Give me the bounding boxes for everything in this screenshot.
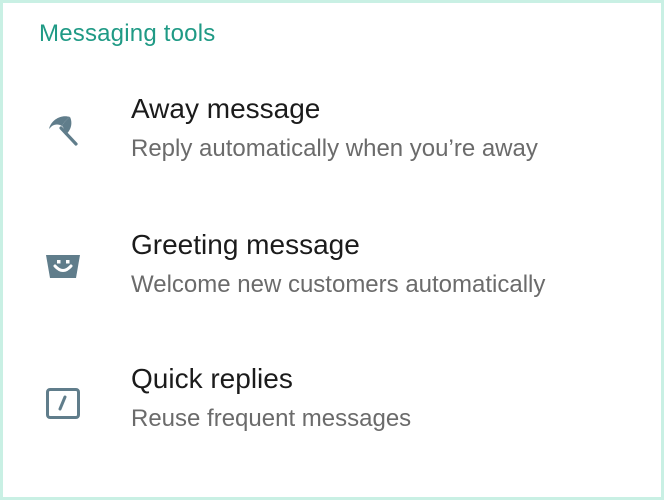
- away-message-subtitle: Reply automatically when you’re away: [131, 135, 538, 162]
- quick-replies-subtitle: Reuse frequent messages: [131, 405, 412, 432]
- greeting-message-title: Greeting message: [131, 229, 360, 260]
- quick-replies-title: Quick replies: [131, 363, 293, 394]
- umbrella-icon: [41, 109, 85, 153]
- greeting-message-item[interactable]: Greeting message Welcome new customers a…: [3, 221, 661, 341]
- greeting-message-subtitle: Welcome new customers automatically: [131, 271, 546, 298]
- greeting-icon: [41, 245, 85, 289]
- quick-replies-item[interactable]: Quick replies Reuse frequent messages: [3, 355, 661, 475]
- away-message-item[interactable]: Away message Reply automatically when yo…: [3, 85, 661, 205]
- messaging-tools-panel: Messaging tools Away message Reply autom…: [0, 0, 664, 500]
- away-message-title: Away message: [131, 93, 321, 124]
- quick-reply-icon: [41, 381, 85, 425]
- section-header: Messaging tools: [39, 20, 216, 47]
